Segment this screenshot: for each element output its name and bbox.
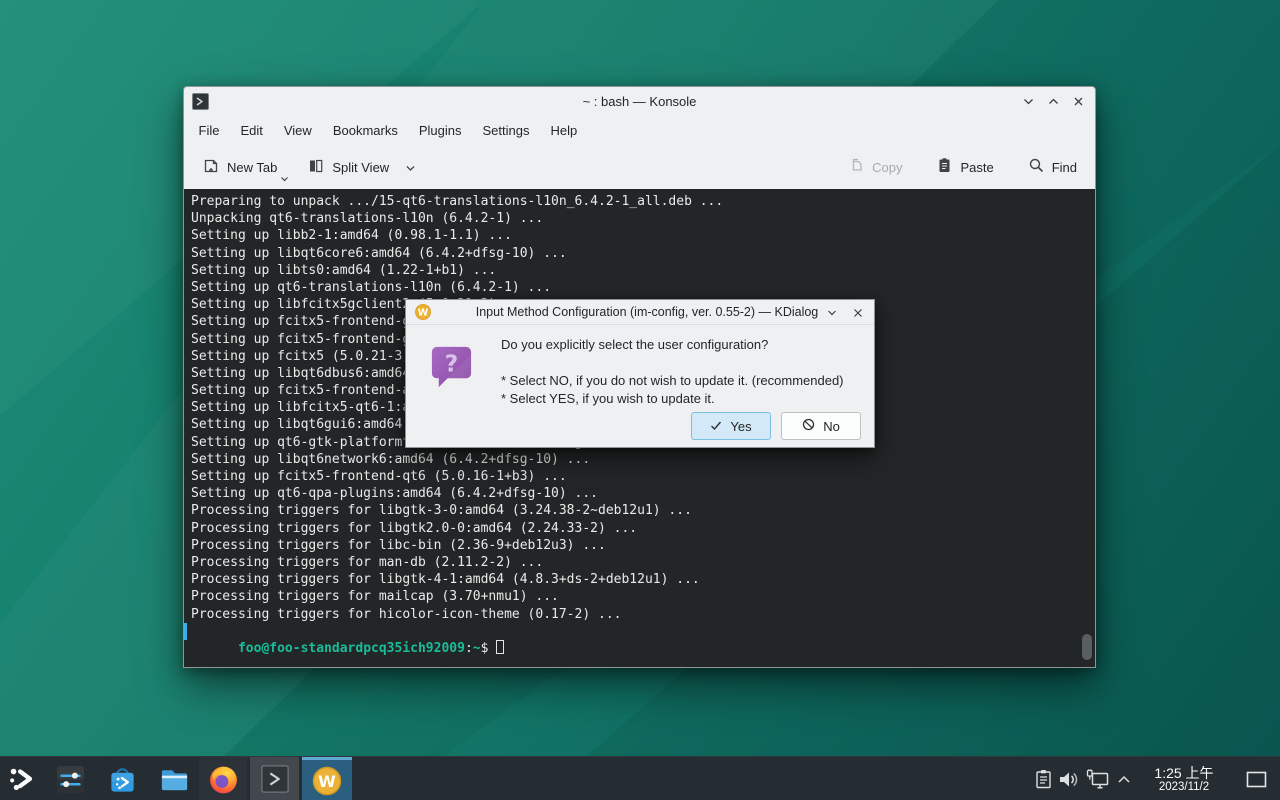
svg-text:W: W: [418, 307, 429, 318]
terminal-line: Processing triggers for libgtk-3-0:amd64…: [191, 502, 1095, 519]
konsole-task-icon[interactable]: [250, 757, 299, 800]
terminal-line: Processing triggers for mailcap (3.70+nm…: [191, 588, 1095, 605]
search-icon: [1028, 157, 1045, 177]
kdialog-task-icon[interactable]: W: [302, 757, 352, 800]
prompt-path: ~: [473, 641, 481, 656]
kdialog-app-icon: W: [415, 304, 431, 320]
terminal-line: Processing triggers for hicolor-icon-the…: [191, 606, 1095, 623]
menu-bookmarks[interactable]: Bookmarks: [322, 118, 408, 143]
system-settings-icon[interactable]: [48, 757, 92, 800]
digital-clock[interactable]: 1:25 上午 2023/11/2: [1140, 757, 1228, 800]
terminal-line: Preparing to unpack .../15-qt6-translati…: [191, 193, 1095, 210]
shell-prompt: foo@foo-standardpcq35ich92009:~$: [191, 623, 1095, 640]
taskbar: W 1:25 上午 2023/11/2: [0, 756, 1280, 800]
dialog-option-no: * Select NO, if you do not wish to updat…: [501, 373, 844, 388]
copy-icon: [848, 157, 865, 177]
dolphin-icon[interactable]: [152, 757, 196, 800]
terminal-line: Setting up qt6-translations-l10n (6.4.2-…: [191, 279, 1095, 296]
tray-expand-icon[interactable]: [1113, 757, 1135, 800]
terminal-line: Processing triggers for libgtk2.0-0:amd6…: [191, 520, 1095, 537]
prompt-marker: [184, 623, 187, 640]
check-icon: [710, 419, 722, 434]
terminal-line: Setting up libts0:amd64 (1.22-1+b1) ...: [191, 262, 1095, 279]
window-title: ~ : bash — Konsole: [184, 94, 1095, 109]
yes-button[interactable]: Yes: [691, 412, 771, 440]
konsole-window-icon: [192, 93, 209, 110]
firefox-task-icon[interactable]: [199, 757, 247, 800]
split-view-button[interactable]: Split View: [301, 151, 422, 184]
new-tab-button[interactable]: New Tab: [196, 151, 283, 184]
dialog-question: Do you explicitly select the user config…: [501, 337, 768, 352]
svg-text:?: ?: [445, 349, 459, 377]
menu-plugins[interactable]: Plugins: [408, 118, 472, 143]
menu-help[interactable]: Help: [540, 118, 588, 143]
kdialog-more-icon[interactable]: [825, 306, 838, 319]
clock-time: 1:25 上午: [1154, 765, 1213, 781]
clipboard-tray-icon[interactable]: [1029, 757, 1057, 800]
kdialog-title: Input Method Configuration (im-config, v…: [406, 305, 874, 319]
no-button[interactable]: No: [781, 412, 861, 440]
minimize-icon[interactable]: [1022, 95, 1035, 108]
terminal-line: Processing triggers for man-db (2.11.2-2…: [191, 554, 1095, 571]
svg-text:W: W: [318, 772, 336, 791]
dialog-option-yes: * Select YES, if you wish to update it.: [501, 391, 715, 406]
copy-button[interactable]: Copy: [842, 151, 908, 183]
application-launcher-icon[interactable]: [0, 757, 44, 800]
network-tray-icon[interactable]: [1082, 757, 1112, 800]
split-view-caret-icon: [405, 160, 416, 175]
terminal-line: Setting up qt6-qpa-plugins:amd64 (6.4.2+…: [191, 485, 1095, 502]
terminal-line: Unpacking qt6-translations-l10n (6.4.2-1…: [191, 210, 1095, 227]
split-view-icon: [307, 157, 325, 178]
show-desktop-icon[interactable]: [1242, 757, 1270, 800]
new-tab-icon: [202, 157, 220, 178]
clock-date: 2023/11/2: [1159, 781, 1209, 794]
terminal-line: Processing triggers for libc-bin (2.36-9…: [191, 537, 1095, 554]
kdialog-window: W Input Method Configuration (im-config,…: [405, 299, 875, 448]
volume-tray-icon[interactable]: [1054, 757, 1082, 800]
menu-file[interactable]: File: [188, 118, 230, 143]
terminal-line: Setting up libqt6network6:amd64 (6.4.2+d…: [191, 451, 1095, 468]
konsole-toolbar: New Tab Split View Copy: [184, 145, 1095, 189]
paste-button[interactable]: Paste: [930, 151, 999, 183]
kdialog-titlebar: W Input Method Configuration (im-config,…: [406, 300, 874, 325]
question-icon: ?: [428, 343, 475, 390]
terminal-line: Processing triggers for libgtk-4-1:amd64…: [191, 571, 1095, 588]
menu-view[interactable]: View: [273, 118, 322, 143]
konsole-menubar: File Edit View Bookmarks Plugins Setting…: [184, 115, 1095, 145]
konsole-titlebar: ~ : bash — Konsole: [184, 87, 1095, 115]
terminal-scrollbar-thumb[interactable]: [1082, 634, 1092, 660]
kdialog-close-icon[interactable]: [851, 306, 864, 319]
find-button[interactable]: Find: [1022, 151, 1083, 183]
paste-icon: [936, 157, 953, 177]
close-icon[interactable]: [1072, 95, 1085, 108]
maximize-icon[interactable]: [1047, 95, 1060, 108]
terminal-line: Setting up libb2-1:amd64 (0.98.1-1.1) ..…: [191, 227, 1095, 244]
cancel-icon: [802, 418, 815, 434]
new-tab-caret-icon: [280, 170, 289, 185]
prompt-user-host: foo@foo-standardpcq35ich92009: [238, 641, 465, 656]
terminal-cursor: [496, 640, 504, 654]
menu-edit[interactable]: Edit: [230, 118, 273, 143]
discover-icon[interactable]: [100, 757, 144, 800]
terminal-line: Setting up fcitx5-frontend-qt6 (5.0.16-1…: [191, 468, 1095, 485]
terminal-line: Setting up libqt6core6:amd64 (6.4.2+dfsg…: [191, 245, 1095, 262]
menu-settings[interactable]: Settings: [472, 118, 540, 143]
kdialog-body: ? Do you explicitly select the user conf…: [406, 325, 874, 448]
